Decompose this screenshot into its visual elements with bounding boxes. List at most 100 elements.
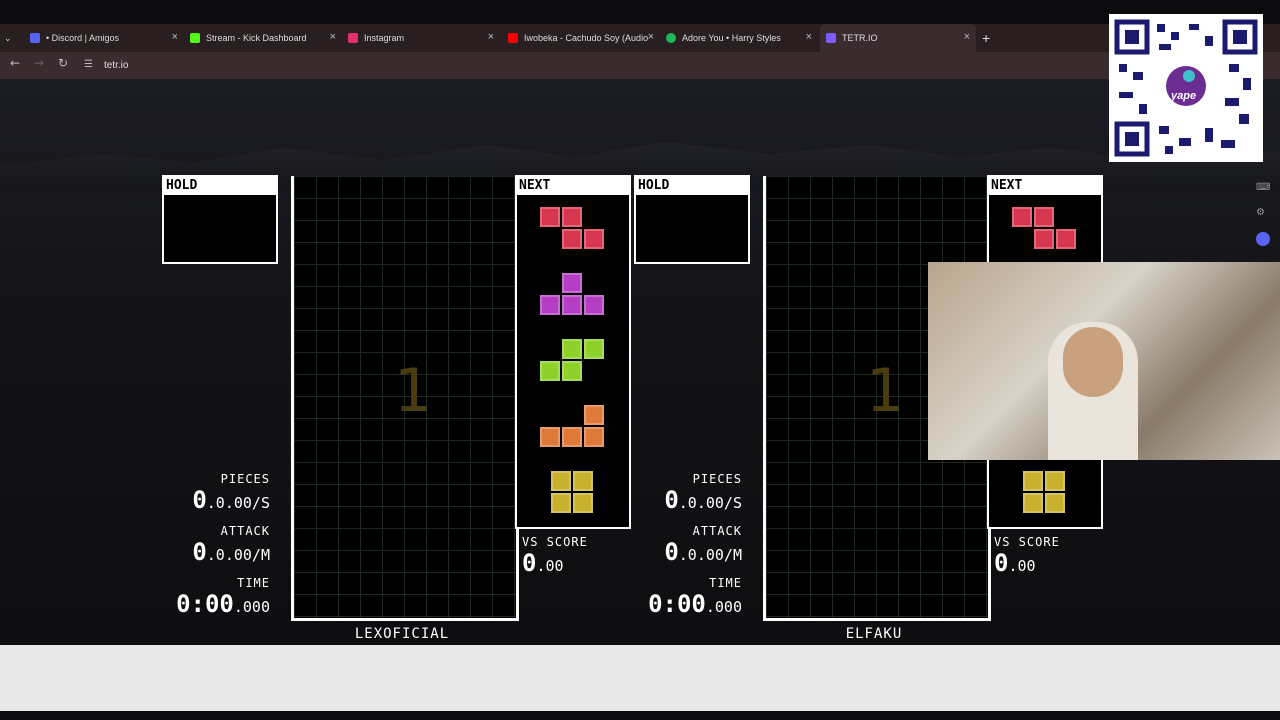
hold-box: HOLD: [634, 175, 750, 264]
attack-value: 0: [192, 538, 207, 566]
time-label: TIME: [237, 576, 270, 590]
close-icon[interactable]: ×: [648, 31, 654, 43]
close-icon[interactable]: ×: [964, 31, 970, 43]
plus-icon: +: [982, 30, 991, 46]
mino: [562, 229, 582, 249]
site-info-icon[interactable]: ☰: [84, 59, 93, 70]
attack-label: ATTACK: [692, 524, 742, 538]
back-button[interactable]: ←: [10, 56, 20, 70]
url-field[interactable]: tetr.io: [104, 60, 128, 71]
new-tab-button[interactable]: +: [982, 24, 996, 52]
pieces-rate: .0.00/S: [678, 494, 742, 512]
tab-list-button[interactable]: ⌄: [4, 24, 24, 52]
pieces-label: PIECES: [692, 472, 742, 486]
time-value: 0:00: [648, 590, 706, 618]
attack-value: 0: [664, 538, 679, 566]
tab-label: Stream - Kick Dashboard: [206, 33, 307, 43]
mino: [584, 339, 604, 359]
time-label: TIME: [709, 576, 742, 590]
time-ms: .000: [705, 598, 742, 616]
pieces-value: 0: [192, 486, 207, 514]
mino: [562, 361, 582, 381]
attack-rate: .0.00/M: [206, 546, 270, 564]
qr-brand-label: yape: [1171, 90, 1197, 102]
qr-code: yape: [1109, 14, 1263, 162]
close-icon[interactable]: ×: [488, 31, 494, 43]
mino: [562, 273, 582, 293]
attack-stat: ATTACK 0.0.00/M: [160, 524, 270, 566]
vs-score-stat: VS SCORE 0.00: [994, 535, 1094, 577]
tab-label: Instagram: [364, 33, 405, 43]
tab-label: Iwobeka - Cachudo Soy (Audio: [524, 33, 649, 43]
tab-bar: ⌄ • Discord | Amigos × Stream - Kick Dash…: [0, 24, 1280, 52]
mino: [1045, 493, 1065, 513]
attack-rate: .0.00/M: [678, 546, 742, 564]
tab-discord[interactable]: • Discord | Amigos ×: [30, 24, 178, 52]
next-label: NEXT: [517, 177, 629, 195]
attack-stat: ATTACK 0.0.00/M: [632, 524, 742, 566]
mino: [584, 229, 604, 249]
extensions-icon[interactable]: ⚙: [1256, 207, 1274, 218]
webcam-overlay: [928, 262, 1280, 460]
mino: [1023, 493, 1043, 513]
tab-instagram[interactable]: Instagram ×: [348, 24, 494, 52]
mino: [1034, 207, 1054, 227]
tab-tetrio[interactable]: TETR.IO ×: [820, 24, 976, 52]
pieces-value: 0: [664, 486, 679, 514]
tab-kick[interactable]: Stream - Kick Dashboard ×: [190, 24, 336, 52]
mino: [573, 493, 593, 513]
translate-icon[interactable]: ⌨: [1256, 182, 1274, 193]
hold-label: HOLD: [636, 177, 748, 195]
mino: [584, 405, 604, 425]
mino: [562, 339, 582, 359]
address-bar: [0, 52, 1280, 79]
countdown: 1: [394, 356, 433, 426]
vs-score-stat: VS SCORE 0.00: [522, 535, 622, 577]
pieces-stat: PIECES 0.0.00/S: [160, 472, 270, 514]
spotify-icon: [666, 33, 676, 43]
countdown: 1: [866, 356, 905, 426]
tab-spotify[interactable]: Adore You • Harry Styles ×: [666, 24, 812, 52]
attack-label: ATTACK: [220, 524, 270, 538]
discord-icon[interactable]: [1256, 232, 1270, 246]
mino: [1023, 471, 1043, 491]
vs-score-label: VS SCORE: [994, 535, 1060, 549]
time-ms: .000: [233, 598, 270, 616]
side-toolbar: ⌨ ⚙: [1256, 182, 1274, 262]
mino: [584, 427, 604, 447]
mino: [551, 471, 571, 491]
close-icon[interactable]: ×: [172, 31, 178, 43]
mino: [540, 207, 560, 227]
mino: [1045, 471, 1065, 491]
pieces-rate: .0.00/S: [206, 494, 270, 512]
board-player-1: 1: [291, 176, 519, 621]
tab-label: Adore You • Harry Styles: [682, 33, 781, 43]
forward-button[interactable]: →: [34, 56, 44, 70]
hold-label: HOLD: [164, 177, 276, 195]
vs-score-decimal: .00: [536, 557, 564, 575]
tab-label: TETR.IO: [842, 33, 878, 43]
time-stat: TIME 0:00.000: [632, 576, 742, 618]
vs-score-value: 0: [522, 549, 537, 577]
hold-box: HOLD: [162, 175, 278, 264]
close-icon[interactable]: ×: [330, 31, 336, 43]
next-queue: NEXT: [515, 175, 631, 529]
face: [1063, 327, 1123, 397]
kick-icon: [190, 33, 200, 43]
mino: [540, 295, 560, 315]
vs-score-decimal: .00: [1008, 557, 1036, 575]
discord-icon: [30, 33, 40, 43]
mino: [562, 427, 582, 447]
mino: [573, 471, 593, 491]
mino: [1012, 207, 1032, 227]
bottom-panel: [0, 645, 1280, 711]
tab-youtube[interactable]: Iwobeka - Cachudo Soy (Audio ×: [508, 24, 654, 52]
pieces-stat: PIECES 0.0.00/S: [632, 472, 742, 514]
reload-button[interactable]: ↻: [58, 56, 68, 70]
player-name: ELFAKU: [845, 626, 903, 642]
close-icon[interactable]: ×: [806, 31, 812, 43]
tab-label: • Discord | Amigos: [46, 33, 120, 43]
mino: [584, 295, 604, 315]
mino: [1056, 229, 1076, 249]
mino: [540, 361, 560, 381]
